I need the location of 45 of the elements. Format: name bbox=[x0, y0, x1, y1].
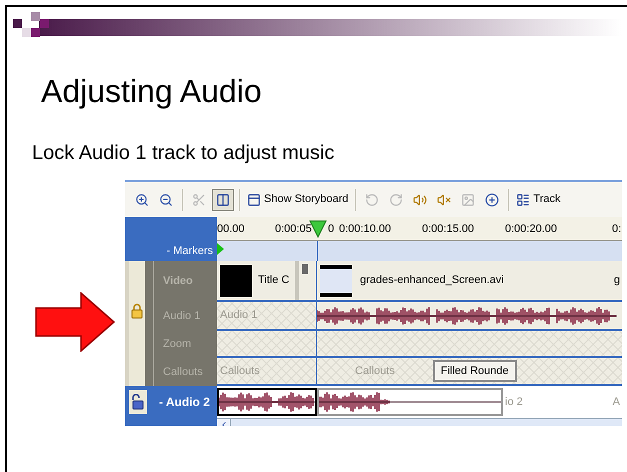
track-placeholder-text: Audio 1 bbox=[220, 308, 258, 324]
tracks-icon bbox=[516, 192, 530, 206]
slide-title: Adjusting Audio bbox=[41, 75, 263, 107]
ruler-time-label: 00.00 bbox=[217, 222, 245, 237]
video-clip[interactable]: Title C bbox=[217, 261, 299, 300]
zoom-out-icon bbox=[159, 192, 173, 206]
split-button[interactable] bbox=[212, 188, 234, 210]
video-thumbnail bbox=[220, 264, 252, 296]
speaker-muted-icon bbox=[437, 192, 452, 206]
transition-clip[interactable] bbox=[299, 261, 317, 300]
rotate-left-icon bbox=[365, 192, 380, 206]
padlock-open-icon[interactable] bbox=[132, 394, 144, 410]
rotate-right-icon bbox=[389, 192, 404, 206]
clip-title: g bbox=[614, 273, 620, 288]
split-icon bbox=[216, 192, 230, 206]
slide-subtitle: Lock Audio 1 track to adjust music bbox=[32, 143, 336, 163]
ruler-time-label: 0:00:20.00 bbox=[505, 222, 557, 237]
audio-clip[interactable] bbox=[317, 302, 622, 329]
plus-icon bbox=[485, 192, 500, 206]
track-placeholder-text: io 2 bbox=[505, 394, 523, 410]
ruler-time-label: 0: bbox=[612, 222, 622, 237]
clip-title: grades-enhanced_Screen.avi bbox=[360, 273, 504, 288]
tracks-button[interactable]: Track bbox=[514, 191, 562, 208]
track-label[interactable]: - Audio 2 bbox=[159, 393, 210, 411]
ruler-time-label: 0:00:10.00 bbox=[339, 222, 391, 237]
video-clip[interactable]: grades-enhanced_Screen.avi g bbox=[317, 261, 622, 300]
callout-clip[interactable]: Filled Rounde bbox=[432, 360, 517, 382]
speaker-icon bbox=[413, 192, 428, 206]
ruler-time-label: 0:00:15.00 bbox=[422, 222, 474, 237]
storyboard-button[interactable]: Show Storyboard bbox=[245, 191, 350, 208]
marker-icon bbox=[217, 243, 224, 255]
storyboard-icon bbox=[247, 192, 261, 206]
padlock-closed-icon[interactable] bbox=[131, 302, 143, 318]
track-placeholder-text: A bbox=[612, 394, 620, 410]
ruler-time-label: 0 bbox=[328, 222, 334, 237]
zoom-in-icon bbox=[135, 192, 149, 206]
track-label[interactable]: - Markers bbox=[166, 242, 213, 260]
flag-icon bbox=[302, 264, 308, 274]
image-icon bbox=[461, 192, 476, 206]
ruler-time-label: 0:00:05 bbox=[275, 222, 312, 237]
track-placeholder-text: Callouts bbox=[355, 364, 395, 379]
video-thumbnail bbox=[320, 264, 352, 296]
clip-title: Title C bbox=[258, 273, 290, 288]
scissors-icon bbox=[192, 192, 206, 206]
track-placeholder-text: Callouts bbox=[220, 364, 260, 379]
